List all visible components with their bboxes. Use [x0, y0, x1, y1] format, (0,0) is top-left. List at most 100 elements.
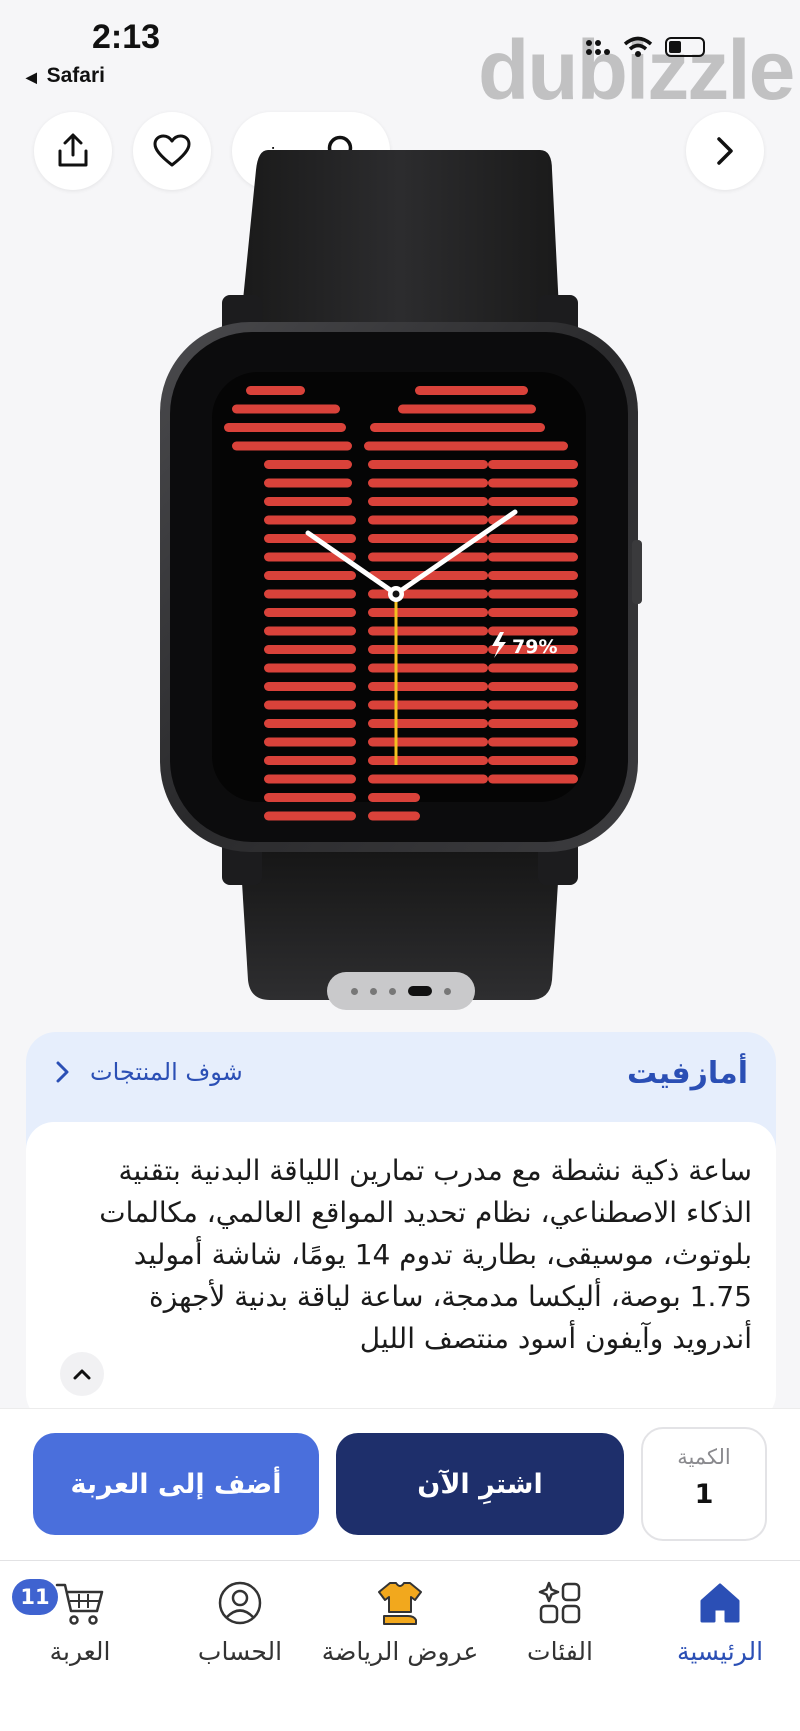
face-stripe — [368, 460, 488, 469]
face-stripe — [246, 386, 305, 395]
face-stripe — [368, 663, 488, 673]
face-stripe — [488, 534, 578, 543]
face-stripe — [264, 571, 356, 580]
status-icons — [585, 36, 705, 58]
face-stripe — [488, 571, 578, 580]
description-card: ساعة ذكية نشطة مع مدرب تمارين اللياقة ال… — [26, 1122, 776, 1422]
cart-count-badge: 11 — [12, 1579, 58, 1615]
product-description: ساعة ذكية نشطة مع مدرب تمارين اللياقة ال… — [99, 1154, 752, 1355]
face-stripe — [264, 756, 356, 765]
face-stripe — [264, 737, 356, 747]
back-arrow-icon: ◀ — [26, 69, 37, 85]
face-stripe — [264, 626, 356, 636]
face-stripe — [488, 608, 578, 617]
face-stripe — [368, 719, 488, 728]
chevron-left-icon — [56, 1061, 69, 1083]
face-stripe — [264, 645, 356, 654]
face-stripe — [264, 700, 356, 710]
face-stripe — [264, 793, 356, 802]
bottom-navigation: الرئيسية الفئات عروض الرياضة الحساب العر… — [0, 1560, 800, 1731]
face-stripe — [264, 682, 356, 691]
collapse-description-button[interactable] — [60, 1352, 104, 1396]
see-products-label: شوف المنتجات — [90, 1058, 243, 1086]
face-stripe — [488, 682, 578, 691]
face-stripe — [488, 589, 578, 599]
face-stripe — [368, 793, 420, 802]
face-stripe — [264, 460, 352, 469]
face-stripe — [364, 441, 568, 451]
face-stripe — [368, 552, 488, 562]
home-icon — [700, 1583, 740, 1623]
face-stripe — [368, 774, 488, 784]
back-to-safari[interactable]: ◀ Safari — [26, 64, 105, 88]
face-stripe — [488, 663, 578, 673]
quantity-label: الكمية — [677, 1445, 731, 1469]
face-stripe — [368, 478, 488, 488]
face-stripe — [264, 515, 356, 525]
face-stripe — [264, 589, 356, 599]
face-stripe — [488, 737, 578, 747]
sports-shirt-icon — [378, 1582, 422, 1625]
product-image: 79% — [160, 150, 642, 1000]
purchase-action-bar: أضف إلى العربة اشترِ الآن الكمية 1 — [0, 1408, 800, 1560]
face-stripe — [264, 719, 356, 728]
nav-home[interactable]: الرئيسية — [640, 1573, 800, 1666]
face-stripe — [488, 552, 578, 562]
face-stripe — [368, 608, 488, 617]
face-stripe — [398, 404, 536, 414]
face-stripe — [368, 497, 488, 506]
face-stripe — [368, 700, 488, 710]
chevron-up-icon — [73, 1369, 91, 1380]
face-stripe — [488, 774, 578, 784]
nav-cart[interactable]: العربة 11 — [0, 1573, 160, 1666]
face-stripe — [264, 774, 356, 784]
status-bar: 2:13 ◀ Safari dubizzle — [0, 0, 800, 117]
pager-dot[interactable] — [389, 987, 396, 995]
face-stripe — [232, 404, 340, 414]
face-stripe — [370, 423, 545, 432]
signal-icon — [586, 40, 610, 55]
face-stripe — [368, 645, 488, 654]
face-stripe — [415, 386, 528, 395]
face-stripe — [264, 497, 352, 506]
buy-now-button[interactable]: اشترِ الآن — [336, 1433, 624, 1535]
image-pager[interactable] — [327, 972, 475, 1010]
face-stripe — [368, 589, 488, 599]
nav-sports-offers[interactable]: عروض الرياضة — [300, 1573, 500, 1666]
face-stripe — [488, 700, 578, 710]
quantity-value: 1 — [694, 1479, 714, 1510]
pager-dot[interactable] — [351, 987, 358, 995]
add-to-cart-button[interactable]: أضف إلى العربة — [33, 1433, 319, 1535]
face-stripe — [488, 497, 578, 506]
face-stripe — [368, 737, 488, 747]
face-stripe — [264, 478, 352, 488]
pager-dot[interactable] — [370, 987, 377, 995]
face-stripe — [488, 478, 578, 488]
brand-name[interactable]: أمازفيت — [627, 1056, 748, 1091]
face-stripe — [264, 663, 356, 673]
nav-categories-label: الفئات — [527, 1637, 593, 1666]
see-products-link[interactable]: شوف المنتجات — [56, 1058, 243, 1086]
face-stripe — [264, 608, 356, 617]
face-stripe — [224, 423, 346, 432]
pager-dot-active[interactable] — [408, 986, 432, 996]
face-stripe — [368, 515, 488, 525]
face-stripe — [232, 441, 352, 451]
categories-icon — [538, 1581, 581, 1624]
pager-dot[interactable] — [444, 987, 451, 995]
face-stripe — [488, 756, 578, 765]
face-stripe — [264, 811, 356, 821]
nav-sports-offers-label: عروض الرياضة — [321, 1637, 479, 1666]
nav-categories[interactable]: الفئات — [480, 1573, 640, 1666]
battery-icon — [665, 37, 705, 57]
face-stripe — [368, 756, 488, 765]
face-stripe — [368, 682, 488, 691]
back-app-label: Safari — [46, 64, 105, 87]
face-stripe — [488, 460, 578, 469]
account-icon — [218, 1581, 262, 1625]
quantity-selector[interactable]: الكمية 1 — [641, 1427, 767, 1541]
nav-account[interactable]: الحساب — [160, 1573, 320, 1666]
status-time: 2:13 — [92, 18, 161, 56]
face-stripe — [368, 811, 420, 821]
wifi-icon — [623, 36, 653, 57]
